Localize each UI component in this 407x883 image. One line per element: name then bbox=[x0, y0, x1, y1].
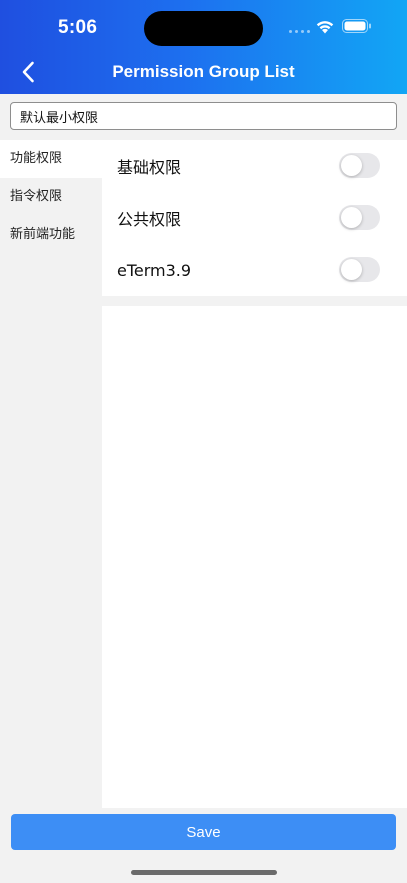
toggle-knob bbox=[341, 155, 362, 176]
group-name-field[interactable] bbox=[11, 103, 396, 129]
permission-row: 基础权限 bbox=[102, 140, 407, 192]
sidebar-item-label: 指令权限 bbox=[10, 189, 63, 204]
dynamic-island bbox=[144, 11, 263, 46]
permission-label: 公共权限 bbox=[117, 210, 182, 229]
app-header: 5:06 Permission Group List bbox=[0, 0, 407, 94]
status-time: 5:06 bbox=[58, 17, 98, 38]
home-indicator bbox=[131, 870, 277, 875]
group-name-field-container bbox=[10, 102, 397, 130]
permission-row: eTerm3.9 bbox=[102, 244, 407, 296]
toggle-knob bbox=[341, 207, 362, 228]
permission-list: 基础权限 公共权限 eTerm3.9 bbox=[102, 140, 407, 296]
save-button[interactable]: Save bbox=[11, 814, 396, 850]
wifi-icon bbox=[316, 21, 334, 34]
permission-row: 公共权限 bbox=[102, 192, 407, 244]
sidebar-item-label: 功能权限 bbox=[10, 151, 63, 166]
permission-content: 基础权限 公共权限 eTerm3.9 bbox=[102, 140, 407, 808]
page-title: Permission Group List bbox=[112, 62, 295, 81]
sidebar-item-function-permissions[interactable]: 功能权限 bbox=[0, 140, 102, 178]
permission-label: 基础权限 bbox=[117, 158, 182, 177]
battery-icon bbox=[342, 19, 371, 33]
permission-toggle-public[interactable] bbox=[339, 205, 380, 230]
cellular-signal-icon bbox=[289, 30, 310, 33]
permission-toggle-basic[interactable] bbox=[339, 153, 380, 178]
sidebar-item-command-permissions[interactable]: 指令权限 bbox=[0, 178, 102, 216]
sidebar-item-new-frontend-features[interactable]: 新前端功能 bbox=[0, 216, 102, 254]
category-sidebar: 功能权限 指令权限 新前端功能 bbox=[0, 140, 102, 808]
permission-toggle-eterm[interactable] bbox=[339, 257, 380, 282]
sidebar-item-label: 新前端功能 bbox=[10, 227, 76, 242]
permission-label: eTerm3.9 bbox=[117, 260, 192, 280]
list-divider bbox=[102, 296, 407, 306]
toggle-knob bbox=[341, 259, 362, 280]
